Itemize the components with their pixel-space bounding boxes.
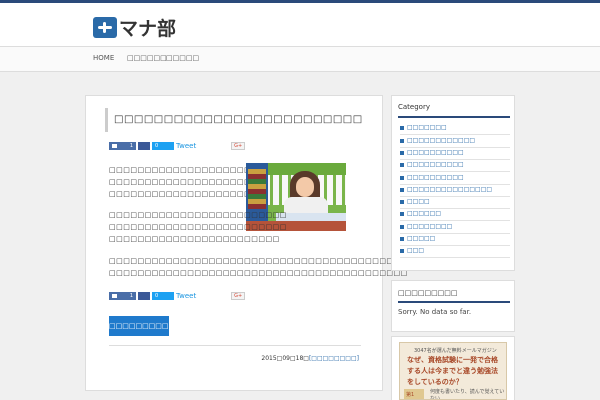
bullet-icon: [400, 176, 404, 180]
category-label: □□□□□□□□□□: [407, 174, 464, 181]
text-line: □□□□□□□□□□□□□□□□□□□□□□□□□: [109, 223, 287, 231]
category-item[interactable]: □□□□□□□□□□: [400, 148, 510, 160]
like-button[interactable]: 1: [109, 142, 136, 150]
gplus-button[interactable]: G+: [231, 292, 246, 300]
widget-title-rule: [398, 116, 510, 118]
category-item[interactable]: □□□□□□□□□□: [400, 173, 510, 185]
bullet-icon: [400, 249, 404, 253]
category-label: □□□□□□□□□□□□: [407, 137, 476, 144]
banner-subtext: 何度も書いたり、読んで覚えていない: [430, 389, 505, 400]
category-item[interactable]: □□□□□□□: [400, 123, 510, 135]
bullet-icon: [400, 200, 404, 204]
category-label: □□□□□□□: [407, 124, 447, 131]
share-bar-top: 1 0 Tweet G+: [109, 142, 246, 150]
twitter-count-button[interactable]: 0: [152, 292, 174, 300]
post-paragraph-1: □□□□□□□□□□□□□□□□□□□□□□□□□ □□□□□□□□□□□□□□…: [109, 164, 287, 200]
bullet-icon: [400, 163, 404, 167]
post-paragraph-3: □□□□□□□□□□□□□□□□□□□□□□□□□□□□□□□□□□□□□□□□…: [109, 255, 408, 279]
category-item[interactable]: □□□□□□: [400, 209, 510, 221]
bullet-icon: [400, 126, 404, 130]
text-line: □□□□□□□□□□□□□□□□□□□□□□□□□□□□□□□□□□□□□□□□…: [109, 269, 408, 277]
twitter-count-button[interactable]: 0: [152, 142, 174, 150]
post-title[interactable]: □□□□□□□□□□□□□□□□□□□□□□□□□: [105, 108, 370, 132]
bullet-icon: [400, 188, 404, 192]
category-label: □□□□□□□□: [407, 223, 453, 230]
gplus-button[interactable]: G+: [231, 142, 246, 150]
site-header: マナ部: [0, 3, 600, 46]
category-widget: Category □□□□□□□ □□□□□□□□□□□□ □□□□□□□□□□…: [391, 95, 515, 271]
share-count: 0: [155, 143, 159, 149]
widget-title-rule: [398, 301, 510, 303]
banner-headline: なぜ、資格試験に一発で合格する人は今までと違う勉強法をしているのか？: [407, 356, 498, 386]
nav-item-3[interactable]: □□□□□: [166, 54, 199, 62]
text-line: □□□□□□□□□□□□□□□□□□□□□□□□□: [109, 211, 287, 219]
nav-item-home[interactable]: HOME: [93, 54, 114, 62]
site-logo[interactable]: マナ部: [93, 15, 177, 40]
category-label: □□□: [407, 247, 425, 254]
category-widget-title: Category: [398, 103, 430, 111]
bullet-icon: [400, 237, 404, 241]
like-count: 1: [129, 143, 133, 149]
post-date: 2015□09□18□: [261, 355, 309, 362]
logo-text: マナ部: [119, 17, 177, 40]
category-label: □□□□□: [407, 235, 436, 242]
nav-item-2[interactable]: □□□□□□: [127, 54, 167, 62]
text-line: □□□□□□□□□□□□□□□□□□□□□□□□□: [109, 166, 287, 174]
category-item[interactable]: □□□□□: [400, 234, 510, 246]
tweet-link[interactable]: Tweet: [176, 142, 196, 150]
post-thumbnail-image: [246, 163, 346, 231]
category-item[interactable]: □□□□□□□□□□□□□□□: [400, 185, 510, 197]
category-item[interactable]: □□□□□□□□□□: [400, 160, 510, 172]
post-meta: 2015□09□18□[□□□□□□□□]: [261, 355, 359, 362]
no-data-message: Sorry. No data so far.: [398, 308, 472, 316]
post-paragraph-2: □□□□□□□□□□□□□□□□□□□□□□□□□ □□□□□□□□□□□□□□…: [109, 209, 287, 245]
like-count: 1: [129, 293, 133, 299]
category-item[interactable]: □□□□□□□□□□□□: [400, 136, 510, 148]
banner-step-badge: 第1: [404, 389, 424, 399]
bullet-icon: [400, 139, 404, 143]
category-item[interactable]: □□□: [400, 246, 510, 258]
category-item[interactable]: □□□□□□□□: [400, 222, 510, 234]
bullet-icon: [400, 151, 404, 155]
text-line: □□□□□□□□□□□□□□□□□□□□□□: [109, 190, 266, 198]
popular-widget-title: □□□□□□□□□: [398, 289, 458, 297]
text-line: □□□□□□□□□□□□□□□□□□□□□□□□: [109, 235, 280, 243]
category-label: □□□□□□□□□□: [407, 149, 464, 156]
text-line: □□□□□□□□□□□□□□□□□□□□□□□□□: [109, 178, 287, 186]
category-item[interactable]: □□□□: [400, 197, 510, 209]
logo-mark-icon: [93, 16, 117, 38]
share-button[interactable]: [138, 292, 150, 300]
main-nav: HOME □□□□□□ □□□□□: [0, 46, 600, 72]
read-more-button[interactable]: □□□□□□□□□□: [109, 316, 175, 336]
like-button[interactable]: 1: [109, 292, 136, 300]
bullet-icon: [400, 212, 404, 216]
category-label: □□□□□□□□□□□□□□□: [407, 186, 493, 193]
category-label: □□□□□□: [407, 210, 442, 217]
mail-magazine-banner[interactable]: 3047名が選んだ無料メールマガジン なぜ、資格試験に一発で合格する人は今までと…: [399, 342, 507, 400]
popular-posts-widget: □□□□□□□□□ Sorry. No data so far.: [391, 280, 515, 332]
share-button[interactable]: [138, 142, 150, 150]
photo-face: [296, 177, 314, 197]
bullet-icon: [400, 225, 404, 229]
post-category-link[interactable]: [□□□□□□□□]: [309, 355, 359, 362]
category-label: □□□□□□□□□□: [407, 161, 464, 168]
share-count: 0: [155, 293, 159, 299]
category-label: □□□□: [407, 198, 430, 205]
banner-top-text: 3047名が選んだ無料メールマガジン: [414, 348, 497, 354]
text-line: □□□□□□□□□□□□□□□□□□□□□□□□□□□□□□□□□□□□□□□□…: [109, 257, 408, 265]
post-divider: [109, 345, 361, 346]
post-card: □□□□□□□□□□□□□□□□□□□□□□□□□ 1 0 Tweet G+ □…: [85, 95, 408, 391]
share-bar-bottom: 1 0 Tweet G+: [109, 292, 246, 300]
tweet-link[interactable]: Tweet: [176, 292, 196, 300]
